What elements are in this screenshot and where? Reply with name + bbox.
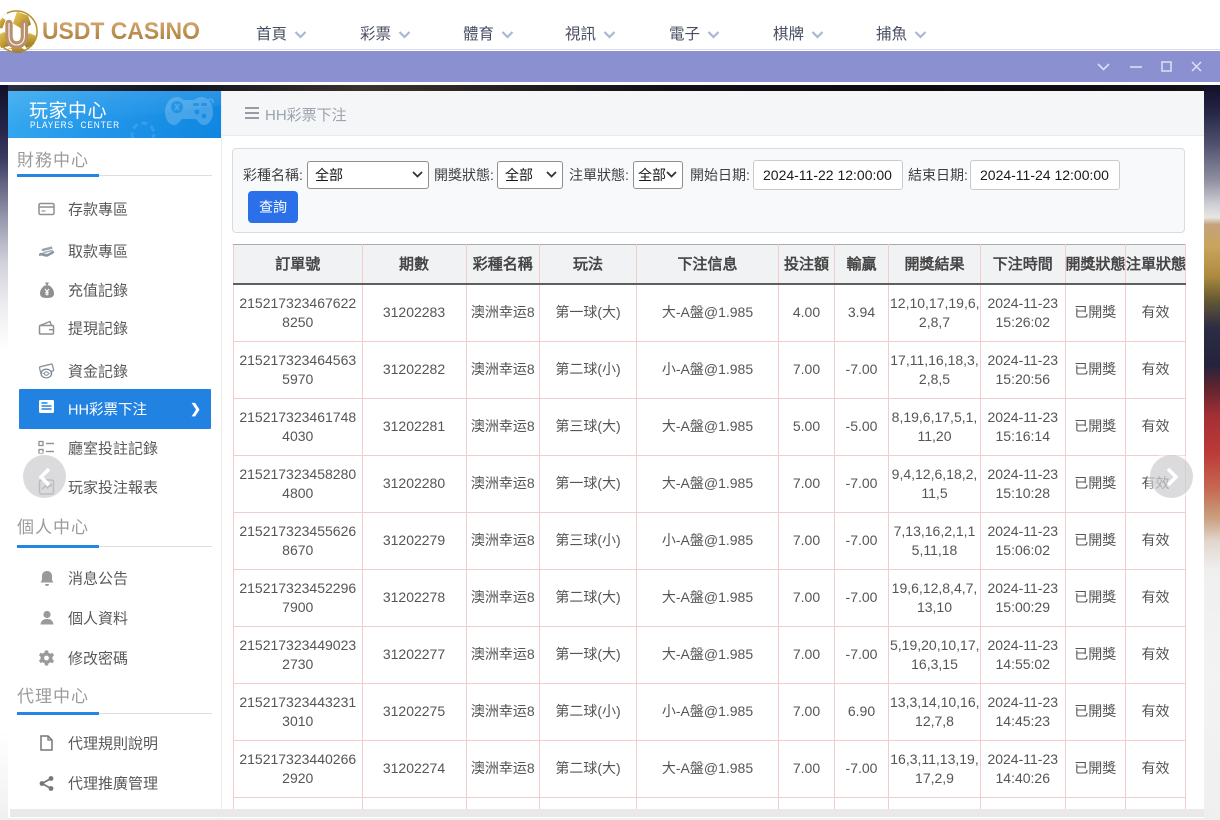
- svg-text:Casino: Casino: [8, 48, 25, 53]
